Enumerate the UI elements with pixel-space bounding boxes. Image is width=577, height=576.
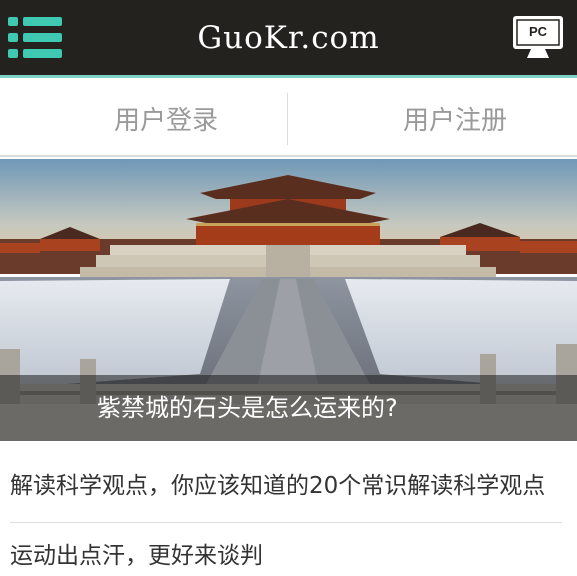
list-divider (10, 522, 562, 523)
featured-banner[interactable]: 紫禁城的石头是怎么运来的? (0, 159, 577, 441)
banner-caption: 紫禁城的石头是怎么运来的? (0, 375, 577, 441)
pc-label: PC (528, 24, 548, 39)
login-button[interactable]: 用户登录 (22, 81, 310, 155)
site-title: GuoKr.com (197, 20, 380, 56)
article-item[interactable]: 解读科学观点，你应该知道的20个常识解读科学观点 (10, 466, 562, 506)
register-button[interactable]: 用户注册 (289, 81, 577, 155)
top-header: GuoKr.com PC (0, 0, 577, 78)
pc-version-button[interactable]: PC (511, 14, 565, 60)
article-item[interactable]: 运动出点汗，更好来谈判 (10, 536, 562, 576)
auth-bar: 用户登录 用户注册 (0, 81, 577, 157)
auth-divider (287, 93, 288, 145)
